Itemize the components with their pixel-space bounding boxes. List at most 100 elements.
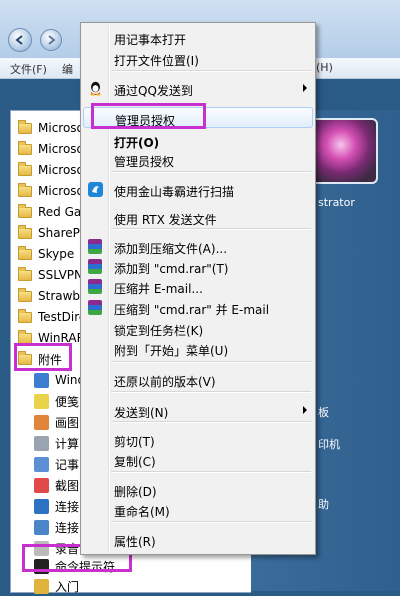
forward-button[interactable] bbox=[40, 29, 62, 51]
user-name-label: strator bbox=[318, 196, 355, 209]
menu-item-label: 发送到(N) bbox=[114, 406, 169, 420]
app-icon bbox=[34, 393, 49, 409]
menu-item-label: 复制(C) bbox=[114, 455, 156, 469]
menu-file[interactable]: 文件(F) bbox=[10, 61, 47, 77]
menu-separator bbox=[111, 361, 311, 363]
program-app-item[interactable]: 记事 bbox=[34, 454, 79, 474]
program-app-item[interactable]: Wind bbox=[34, 370, 85, 390]
menu-item-add-to-archive[interactable]: 添加到压缩文件(A)... bbox=[83, 236, 313, 257]
app-icon bbox=[34, 578, 49, 594]
menu-item-open-file-location[interactable]: 打开文件位置(I) bbox=[83, 48, 313, 69]
back-arrow-icon bbox=[15, 35, 23, 45]
menu-item-pin-to-taskbar[interactable]: 锁定到任务栏(K) bbox=[83, 318, 313, 339]
app-icon bbox=[34, 519, 49, 535]
program-app-item[interactable]: 截图 bbox=[34, 475, 79, 495]
program-app-item[interactable]: 画图 bbox=[34, 412, 79, 432]
menu-item-compress-and-email[interactable]: 压缩并 E-mail... bbox=[83, 276, 313, 297]
menu-help[interactable]: (H) bbox=[316, 61, 333, 74]
menu-item-rtx-send-file[interactable]: 使用 RTX 发送文件 bbox=[83, 207, 313, 228]
qq-penguin-icon bbox=[88, 81, 103, 96]
program-app-item[interactable]: 便笺 bbox=[34, 391, 79, 411]
submenu-arrow-icon bbox=[303, 406, 307, 414]
menu-item-copy[interactable]: 复制(C) bbox=[83, 449, 313, 470]
program-label: 计算 bbox=[55, 436, 80, 451]
menu-item-properties[interactable]: 属性(R) bbox=[83, 529, 313, 550]
menu-separator bbox=[111, 471, 311, 473]
winrar-icon bbox=[88, 300, 103, 315]
menu-item-rename[interactable]: 重命名(M) bbox=[83, 499, 313, 520]
menu-edit[interactable]: 编 bbox=[62, 61, 73, 77]
menu-item-open[interactable]: 打开(O) bbox=[83, 130, 313, 151]
menu-item-send-via-qq[interactable]: 通过QQ发送到 bbox=[83, 78, 313, 99]
folder-icon bbox=[18, 245, 32, 260]
user-avatar[interactable] bbox=[310, 118, 378, 184]
program-app-item[interactable]: 计算 bbox=[34, 433, 79, 453]
menu-item-label: 使用 RTX 发送文件 bbox=[114, 213, 217, 227]
program-folder-item[interactable]: Microso bbox=[18, 139, 84, 159]
folder-icon bbox=[18, 308, 32, 323]
program-folder-item[interactable]: Microso bbox=[18, 160, 84, 180]
folder-icon bbox=[18, 119, 32, 134]
menu-item-pin-to-start-menu[interactable]: 附到「开始」菜单(U) bbox=[83, 338, 313, 359]
app-icon bbox=[34, 498, 49, 514]
menu-separator bbox=[111, 228, 311, 230]
winrar-icon bbox=[88, 259, 103, 274]
highlight-accessories bbox=[14, 343, 72, 371]
menu-item-label: 重命名(M) bbox=[114, 505, 170, 519]
right-pane-item-2[interactable]: 印机 bbox=[318, 436, 340, 452]
folder-icon bbox=[18, 329, 32, 344]
menu-item-add-to-cmd-rar[interactable]: 添加到 "cmd.rar"(T) bbox=[83, 256, 313, 277]
program-label: 记事 bbox=[55, 457, 80, 472]
menu-item-label: 用记事本打开 bbox=[114, 33, 187, 47]
menu-separator bbox=[111, 421, 311, 423]
program-folder-item[interactable]: TestDire bbox=[18, 307, 86, 327]
menu-item-kingsoft-scan[interactable]: 使用金山毒霸进行扫描 bbox=[83, 179, 313, 200]
menu-item-compress-cmd-rar-email[interactable]: 压缩到 "cmd.rar" 并 E-mail bbox=[83, 297, 313, 318]
menu-item-send-to[interactable]: 发送到(N) bbox=[83, 400, 313, 421]
menu-item-restore-previous-versions[interactable]: 还原以前的版本(V) bbox=[83, 369, 313, 390]
program-folder-item[interactable]: Skype bbox=[18, 244, 74, 264]
program-label: Red Gat bbox=[38, 205, 86, 219]
back-button[interactable] bbox=[8, 28, 32, 52]
menu-separator bbox=[111, 171, 311, 173]
menu-item-label: 属性(R) bbox=[114, 535, 156, 549]
right-pane-item-3[interactable]: 助 bbox=[318, 496, 329, 512]
program-label: 截图 bbox=[55, 478, 80, 493]
folder-icon bbox=[18, 266, 32, 281]
program-folder-item[interactable]: SharePo bbox=[18, 223, 87, 243]
app-icon bbox=[34, 372, 49, 388]
program-label: 连接 bbox=[55, 499, 80, 514]
menu-item-label: 管理员授权 bbox=[114, 155, 175, 169]
menu-item-label: 还原以前的版本(V) bbox=[114, 375, 216, 389]
highlight-admin-auth bbox=[91, 103, 206, 129]
program-label: 画图 bbox=[55, 415, 80, 430]
folder-icon bbox=[18, 182, 32, 197]
forward-arrow-icon bbox=[48, 35, 56, 45]
menu-item-admin-authorize[interactable]: 管理员授权 bbox=[83, 149, 313, 170]
program-app-item[interactable]: 入门 bbox=[34, 576, 79, 596]
program-folder-item[interactable]: Red Gat bbox=[18, 202, 86, 222]
right-pane-item-1[interactable]: 板 bbox=[318, 404, 329, 420]
folder-icon bbox=[18, 203, 32, 218]
program-app-item[interactable]: 连接 bbox=[34, 517, 79, 537]
winrar-icon bbox=[88, 239, 103, 254]
folder-icon bbox=[18, 287, 32, 302]
program-folder-item[interactable]: SSLVPN bbox=[18, 265, 83, 285]
menu-item-delete[interactable]: 删除(D) bbox=[83, 479, 313, 500]
program-folder-item[interactable]: Strawbe bbox=[18, 286, 87, 306]
menu-item-label: 删除(D) bbox=[114, 485, 157, 499]
program-folder-item[interactable]: Microso bbox=[18, 181, 84, 201]
program-label: SSLVPN bbox=[38, 268, 84, 282]
menu-item-label: 通过QQ发送到 bbox=[114, 84, 193, 98]
menu-item-label: 压缩到 "cmd.rar" 并 E-mail bbox=[114, 303, 270, 317]
app-icon bbox=[34, 414, 49, 430]
menu-item-label: 锁定到任务栏(K) bbox=[114, 324, 204, 338]
menu-item-label: 附到「开始」菜单(U) bbox=[114, 344, 229, 358]
program-app-item[interactable]: 连接 bbox=[34, 496, 79, 516]
menu-item-cut[interactable]: 剪切(T) bbox=[83, 429, 313, 450]
program-label: Microso bbox=[38, 121, 84, 135]
folder-icon bbox=[18, 161, 32, 176]
program-label: Microso bbox=[38, 163, 84, 177]
menu-item-open-with-notepad[interactable]: 用记事本打开 bbox=[83, 27, 313, 48]
program-folder-item[interactable]: Microso bbox=[18, 118, 84, 138]
